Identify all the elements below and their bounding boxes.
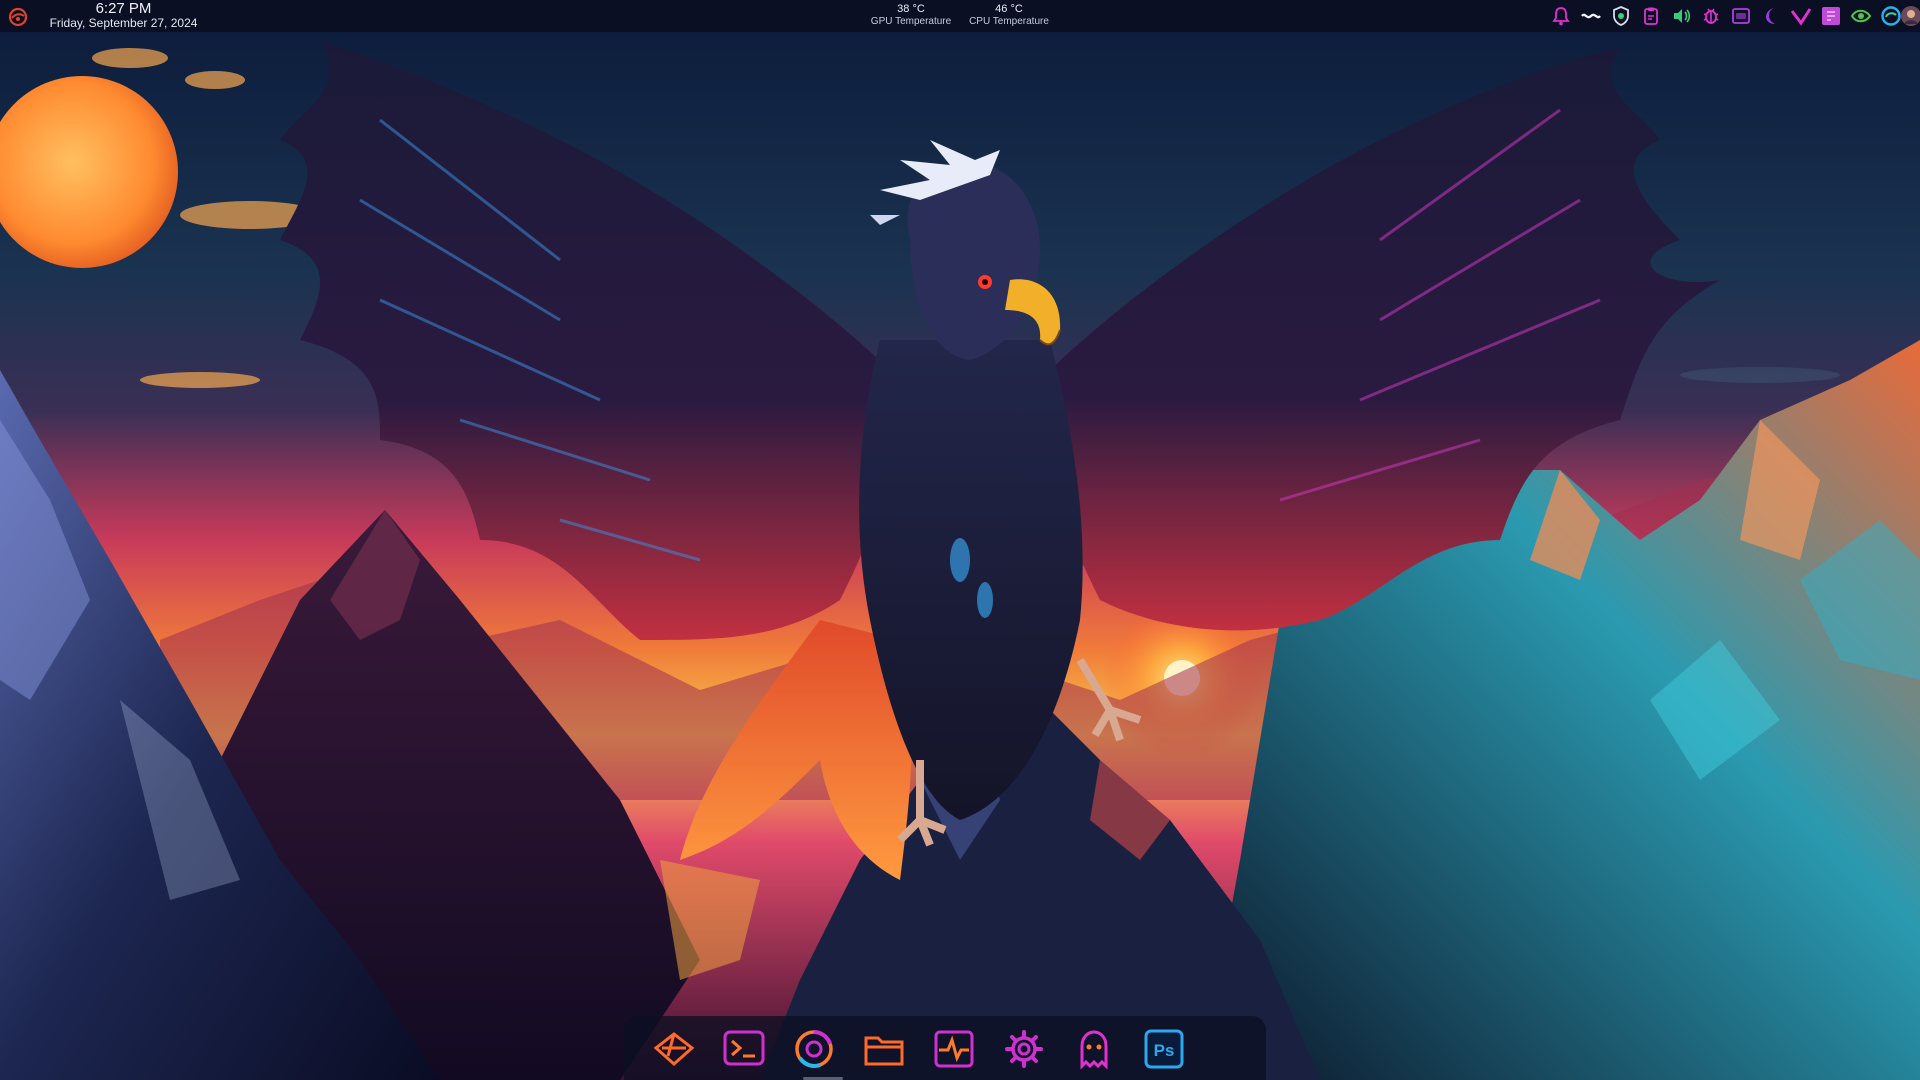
dock-item-settings[interactable] [998,1026,1050,1072]
clock-time: 6:27 PM [95,0,152,17]
gpu-temperature-label: GPU Temperature [870,16,952,27]
cpu-temperature-label: CPU Temperature [969,16,1049,27]
chrome-icon [795,1030,833,1068]
system-tray [1550,0,1920,32]
photoshop-label: Ps [1154,1041,1175,1060]
dock-item-system-monitor[interactable] [928,1026,980,1072]
clock-widget[interactable]: 6:27 PM Friday, September 27, 2024 [41,0,206,30]
app-grid-icon[interactable] [1820,5,1842,27]
clock-date: Friday, September 27, 2024 [49,16,198,30]
wave-icon[interactable] [1580,5,1602,27]
gpu-temperature-value: 38 °C [897,3,925,15]
dock-item-photoshop[interactable]: Ps [1138,1026,1190,1072]
volume-icon[interactable] [1670,5,1692,27]
dock-item-chrome-browser[interactable] [788,1026,840,1072]
notification-bell-icon[interactable] [1550,5,1572,27]
menu-logo-icon[interactable] [8,7,28,27]
desktop-wallpaper [0,0,1920,1080]
dock-item-file-manager[interactable] [858,1026,910,1072]
cpu-temperature-sensor[interactable]: 46 °C CPU Temperature [963,2,1055,28]
dock: Ps [624,1016,1266,1080]
system-monitor-icon [934,1030,974,1068]
clipboard-icon[interactable] [1640,5,1662,27]
terminal-icon [723,1030,765,1066]
ghost-icon [1080,1030,1108,1070]
vpn-check-icon[interactable] [1790,5,1812,27]
user-avatar-icon[interactable] [1900,5,1920,27]
dock-item-terminal[interactable] [718,1026,770,1072]
storage-icon[interactable] [1730,5,1752,27]
photoshop-icon: Ps [1144,1029,1184,1069]
gpu-temperature-sensor[interactable]: 38 °C GPU Temperature [865,2,957,28]
night-mode-icon[interactable] [1760,5,1782,27]
edge-browser-icon[interactable] [1880,5,1902,27]
cpu-temperature-value: 46 °C [995,3,1023,15]
settings-gear-icon [1005,1030,1043,1068]
shield-icon[interactable] [1610,5,1632,27]
dock-item-app-launcher[interactable] [648,1026,700,1072]
folder-icon [864,1036,904,1066]
top-panel: 6:27 PM Friday, September 27, 2024 38 °C… [0,0,1920,32]
dock-item-ghost-app[interactable] [1068,1026,1120,1072]
bug-icon[interactable] [1700,5,1722,27]
nvidia-icon[interactable] [1850,5,1872,27]
launcher-logo-icon [653,1032,695,1067]
